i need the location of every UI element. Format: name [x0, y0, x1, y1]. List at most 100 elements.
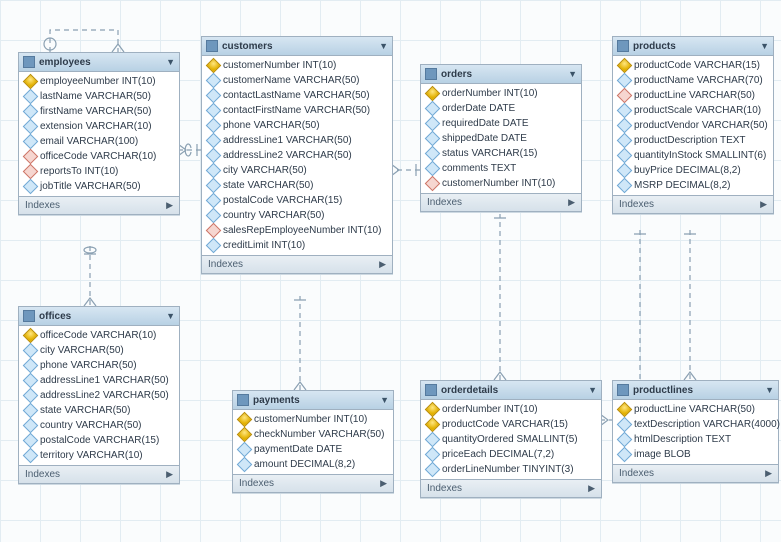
- expand-icon[interactable]: ▶: [166, 469, 173, 480]
- column[interactable]: orderNumber INT(10): [421, 402, 601, 417]
- expand-icon[interactable]: ▶: [379, 259, 386, 270]
- column[interactable]: city VARCHAR(50): [19, 343, 179, 358]
- column[interactable]: productCode VARCHAR(15): [613, 58, 773, 73]
- table-employees[interactable]: employees ▼ employeeNumber INT(10)lastNa…: [18, 52, 180, 215]
- column[interactable]: creditLimit INT(10): [202, 238, 392, 253]
- column[interactable]: productVendor VARCHAR(50): [613, 118, 773, 133]
- table-productlines[interactable]: productlines ▼ productLine VARCHAR(50)te…: [612, 380, 779, 483]
- column[interactable]: email VARCHAR(100): [19, 134, 179, 149]
- column[interactable]: phone VARCHAR(50): [19, 358, 179, 373]
- column[interactable]: productLine VARCHAR(50): [613, 88, 773, 103]
- indexes-row[interactable]: Indexes ▶: [421, 193, 581, 211]
- column[interactable]: productScale VARCHAR(10): [613, 103, 773, 118]
- column[interactable]: phone VARCHAR(50): [202, 118, 392, 133]
- indexes-row[interactable]: Indexes ▶: [19, 196, 179, 214]
- column[interactable]: addressLine2 VARCHAR(50): [202, 148, 392, 163]
- table-title[interactable]: productlines ▼: [613, 381, 778, 400]
- table-orders[interactable]: orders ▼ orderNumber INT(10)orderDate DA…: [420, 64, 582, 212]
- column[interactable]: priceEach DECIMAL(7,2): [421, 447, 601, 462]
- column[interactable]: orderNumber INT(10): [421, 86, 581, 101]
- indexes-row[interactable]: Indexes ▶: [202, 255, 392, 273]
- column[interactable]: status VARCHAR(15): [421, 146, 581, 161]
- column[interactable]: state VARCHAR(50): [19, 403, 179, 418]
- collapse-icon[interactable]: ▼: [379, 41, 388, 51]
- column[interactable]: orderLineNumber TINYINT(3): [421, 462, 601, 477]
- indexes-row[interactable]: Indexes ▶: [613, 464, 778, 482]
- column[interactable]: salesRepEmployeeNumber INT(10): [202, 223, 392, 238]
- collapse-icon[interactable]: ▼: [166, 311, 175, 321]
- column[interactable]: country VARCHAR(50): [19, 418, 179, 433]
- expand-icon[interactable]: ▶: [380, 478, 387, 489]
- table-title[interactable]: employees ▼: [19, 53, 179, 72]
- column[interactable]: image BLOB: [613, 447, 778, 462]
- column[interactable]: officeCode VARCHAR(10): [19, 149, 179, 164]
- table-title[interactable]: orders ▼: [421, 65, 581, 84]
- column[interactable]: buyPrice DECIMAL(8,2): [613, 163, 773, 178]
- collapse-icon[interactable]: ▼: [380, 395, 389, 405]
- column[interactable]: productName VARCHAR(70): [613, 73, 773, 88]
- expand-icon[interactable]: ▶: [166, 200, 173, 211]
- column[interactable]: productDescription TEXT: [613, 133, 773, 148]
- column[interactable]: productLine VARCHAR(50): [613, 402, 778, 417]
- table-products[interactable]: products ▼ productCode VARCHAR(15)produc…: [612, 36, 774, 214]
- table-orderdetails[interactable]: orderdetails ▼ orderNumber INT(10)produc…: [420, 380, 602, 498]
- column[interactable]: territory VARCHAR(10): [19, 448, 179, 463]
- column[interactable]: quantityInStock SMALLINT(6): [613, 148, 773, 163]
- column[interactable]: amount DECIMAL(8,2): [233, 457, 393, 472]
- table-title[interactable]: customers ▼: [202, 37, 392, 56]
- collapse-icon[interactable]: ▼: [765, 385, 774, 395]
- column[interactable]: postalCode VARCHAR(15): [202, 193, 392, 208]
- collapse-icon[interactable]: ▼: [588, 385, 597, 395]
- column[interactable]: orderDate DATE: [421, 101, 581, 116]
- column[interactable]: contactLastName VARCHAR(50): [202, 88, 392, 103]
- column[interactable]: firstName VARCHAR(50): [19, 104, 179, 119]
- table-title[interactable]: orderdetails ▼: [421, 381, 601, 400]
- column[interactable]: country VARCHAR(50): [202, 208, 392, 223]
- column[interactable]: addressLine2 VARCHAR(50): [19, 388, 179, 403]
- table-customers[interactable]: customers ▼ customerNumber INT(10)custom…: [201, 36, 393, 274]
- column[interactable]: addressLine1 VARCHAR(50): [19, 373, 179, 388]
- column[interactable]: city VARCHAR(50): [202, 163, 392, 178]
- column[interactable]: comments TEXT: [421, 161, 581, 176]
- column[interactable]: contactFirstName VARCHAR(50): [202, 103, 392, 118]
- collapse-icon[interactable]: ▼: [166, 57, 175, 67]
- column[interactable]: textDescription VARCHAR(4000): [613, 417, 778, 432]
- column[interactable]: htmlDescription TEXT: [613, 432, 778, 447]
- collapse-icon[interactable]: ▼: [760, 41, 769, 51]
- column[interactable]: shippedDate DATE: [421, 131, 581, 146]
- column[interactable]: addressLine1 VARCHAR(50): [202, 133, 392, 148]
- column[interactable]: customerNumber INT(10): [202, 58, 392, 73]
- column-label: lastName VARCHAR(50): [40, 90, 151, 103]
- column[interactable]: jobTitle VARCHAR(50): [19, 179, 179, 194]
- column[interactable]: reportsTo INT(10): [19, 164, 179, 179]
- column[interactable]: state VARCHAR(50): [202, 178, 392, 193]
- column[interactable]: paymentDate DATE: [233, 442, 393, 457]
- indexes-row[interactable]: Indexes ▶: [19, 465, 179, 483]
- column[interactable]: employeeNumber INT(10): [19, 74, 179, 89]
- column[interactable]: quantityOrdered SMALLINT(5): [421, 432, 601, 447]
- table-title[interactable]: offices ▼: [19, 307, 179, 326]
- column[interactable]: checkNumber VARCHAR(50): [233, 427, 393, 442]
- table-title[interactable]: payments ▼: [233, 391, 393, 410]
- table-title[interactable]: products ▼: [613, 37, 773, 56]
- table-payments[interactable]: payments ▼ customerNumber INT(10)checkNu…: [232, 390, 394, 493]
- column[interactable]: customerName VARCHAR(50): [202, 73, 392, 88]
- indexes-row[interactable]: Indexes ▶: [233, 474, 393, 492]
- column[interactable]: customerNumber INT(10): [233, 412, 393, 427]
- column[interactable]: requiredDate DATE: [421, 116, 581, 131]
- column[interactable]: postalCode VARCHAR(15): [19, 433, 179, 448]
- expand-icon[interactable]: ▶: [765, 468, 772, 479]
- indexes-row[interactable]: Indexes ▶: [421, 479, 601, 497]
- column[interactable]: extension VARCHAR(10): [19, 119, 179, 134]
- collapse-icon[interactable]: ▼: [568, 69, 577, 79]
- table-offices[interactable]: offices ▼ officeCode VARCHAR(10)city VAR…: [18, 306, 180, 484]
- column[interactable]: MSRP DECIMAL(8,2): [613, 178, 773, 193]
- expand-icon[interactable]: ▶: [760, 199, 767, 210]
- expand-icon[interactable]: ▶: [588, 483, 595, 494]
- column[interactable]: officeCode VARCHAR(10): [19, 328, 179, 343]
- expand-icon[interactable]: ▶: [568, 197, 575, 208]
- column[interactable]: productCode VARCHAR(15): [421, 417, 601, 432]
- column[interactable]: lastName VARCHAR(50): [19, 89, 179, 104]
- indexes-row[interactable]: Indexes ▶: [613, 195, 773, 213]
- column[interactable]: customerNumber INT(10): [421, 176, 581, 191]
